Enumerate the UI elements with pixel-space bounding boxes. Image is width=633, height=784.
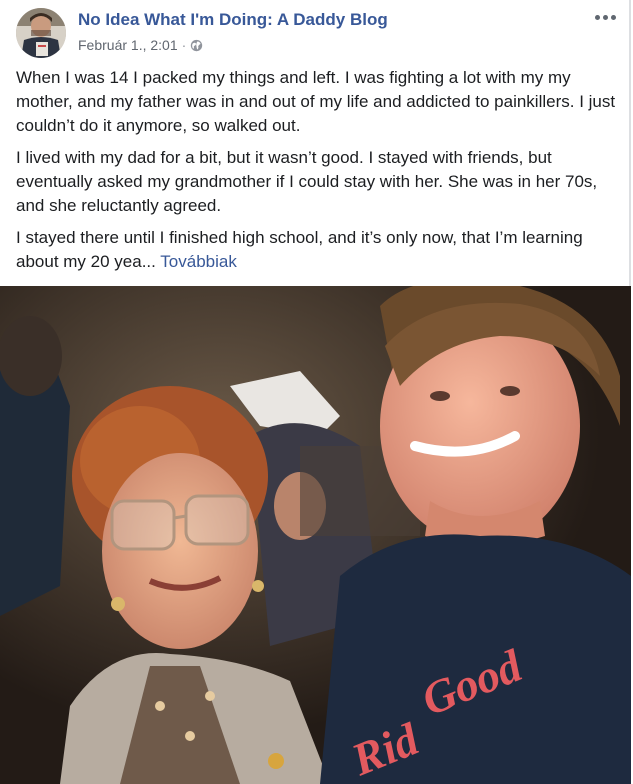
post-paragraph-3-text: I stayed there until I finished high sch… <box>16 228 583 271</box>
author-name[interactable]: No Idea What I'm Doing: A Daddy Blog <box>78 10 388 30</box>
meta-separator: · <box>181 37 187 53</box>
post-paragraph-1: When I was 14 I packed my things and lef… <box>16 68 616 135</box>
see-more-link[interactable]: Továbbiak <box>160 252 237 271</box>
post-card: No Idea What I'm Doing: A Daddy Blog Feb… <box>0 0 631 784</box>
post-paragraph-2: I lived with my dad for a bit, but it wa… <box>16 148 598 215</box>
post-meta: Február 1., 2:01 · <box>78 37 203 53</box>
photo-illustration: Good Rid <box>0 286 631 784</box>
avatar-image <box>16 8 66 58</box>
more-options-icon[interactable] <box>593 9 617 25</box>
post-paragraph-3: I stayed there until I finished high sch… <box>16 226 616 274</box>
post-text: When I was 14 I packed my things and lef… <box>16 66 616 282</box>
post-timestamp[interactable]: Február 1., 2:01 <box>78 37 178 53</box>
avatar[interactable] <box>16 8 66 58</box>
post-header: No Idea What I'm Doing: A Daddy Blog Feb… <box>16 5 619 60</box>
post-photo[interactable]: Good Rid <box>0 286 631 784</box>
globe-icon[interactable] <box>190 39 203 52</box>
